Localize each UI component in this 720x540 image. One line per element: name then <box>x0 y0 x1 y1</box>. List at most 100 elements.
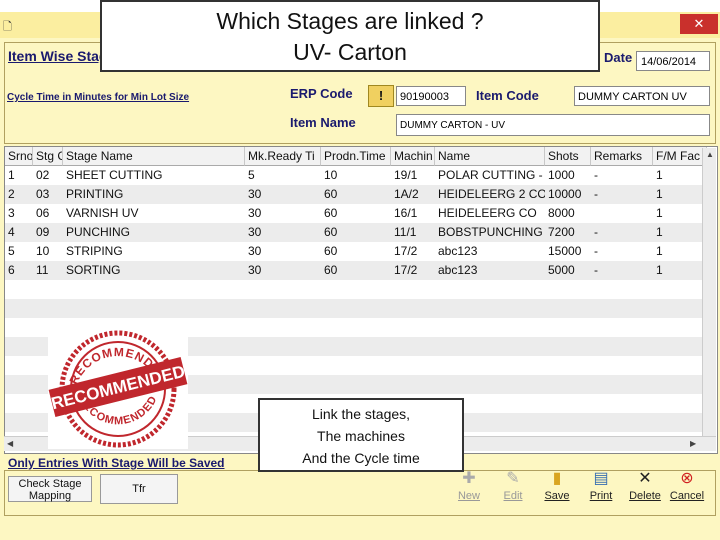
table-cell[interactable]: 60 <box>321 261 391 280</box>
table-cell[interactable]: 6 <box>5 261 33 280</box>
table-cell[interactable]: SHEET CUTTING <box>63 166 245 185</box>
table-row[interactable]: 5 10 STRIPING 30 60 17/2 abc123 15000-1 <box>5 242 705 261</box>
table-cell[interactable]: 30 <box>245 185 321 204</box>
table-cell[interactable]: 19/1 <box>391 166 435 185</box>
table-cell[interactable]: 1 <box>5 166 33 185</box>
table-cell[interactable]: 60 <box>321 185 391 204</box>
table-cell[interactable]: - <box>591 242 653 261</box>
column-header[interactable]: Stage Name <box>63 147 245 166</box>
table-cell[interactable]: 1A/2 <box>391 185 435 204</box>
table-cell[interactable]: 30 <box>245 261 321 280</box>
check-stage-mapping-button[interactable]: Check Stage Mapping <box>8 476 92 502</box>
column-header[interactable]: Remarks <box>591 147 653 166</box>
callout-note-line2: The machines <box>317 428 405 444</box>
table-cell[interactable]: 5 <box>5 242 33 261</box>
table-cell[interactable]: 60 <box>321 242 391 261</box>
table-cell[interactable]: BOBSTPUNCHING <box>435 223 545 242</box>
table-cell[interactable]: 5 <box>245 166 321 185</box>
scroll-right-icon[interactable]: ▶ <box>690 439 696 448</box>
new-button[interactable]: ✚ New <box>450 468 488 510</box>
table-cell[interactable]: 10 <box>321 166 391 185</box>
table-cell[interactable]: 60 <box>321 223 391 242</box>
save-button[interactable]: ▮ Save <box>538 468 576 510</box>
table-cell[interactable]: 17/2 <box>391 242 435 261</box>
close-button[interactable]: ✕ <box>680 14 718 34</box>
table-row[interactable]: 3 06 VARNISH UV 30 60 16/1 HEIDELEERG CO 8000 1 <box>5 204 705 223</box>
table-cell[interactable]: HEIDELEERG 2 CO <box>435 185 545 204</box>
table-cell[interactable]: 15000 <box>545 242 591 261</box>
table-cell[interactable]: 5000 <box>545 261 591 280</box>
table-cell[interactable]: 03 <box>33 185 63 204</box>
table-cell[interactable]: 1 <box>653 223 707 242</box>
empty-row[interactable] <box>5 299 705 318</box>
table-cell[interactable]: 1 <box>653 204 707 223</box>
erp-lookup-button[interactable]: ! <box>368 85 394 107</box>
table-cell[interactable]: 1 <box>653 166 707 185</box>
table-cell[interactable] <box>591 204 653 223</box>
table-cell[interactable]: 1 <box>653 261 707 280</box>
column-header[interactable]: F/M Fac <box>653 147 707 166</box>
recommended-stamp-graphic: RECOMMENDED RECOMMENDED RECOMMENDED <box>48 330 188 448</box>
tfr-button[interactable]: Tfr <box>100 474 178 504</box>
item-code-field[interactable]: DUMMY CARTON UV <box>574 86 710 106</box>
table-cell[interactable]: abc123 <box>435 261 545 280</box>
table-cell[interactable]: - <box>591 185 653 204</box>
cancel-button[interactable]: ⊗ Cancel <box>668 468 706 510</box>
edit-button[interactable]: ✎ Edit <box>494 468 532 510</box>
table-cell[interactable]: 06 <box>33 204 63 223</box>
table-cell[interactable]: 11 <box>33 261 63 280</box>
vertical-scrollbar[interactable]: ▲ ▼ <box>702 148 716 450</box>
table-cell[interactable]: PUNCHING <box>63 223 245 242</box>
table-cell[interactable]: 3 <box>5 204 33 223</box>
table-row[interactable]: 4 09 PUNCHING 30 60 11/1 BOBSTPUNCHING 7200-1 <box>5 223 705 242</box>
table-cell[interactable]: 11/1 <box>391 223 435 242</box>
print-button[interactable]: ▤ Print <box>582 468 620 510</box>
table-cell[interactable]: 16/1 <box>391 204 435 223</box>
scroll-left-icon[interactable]: ◀ <box>7 439 13 448</box>
table-cell[interactable]: - <box>591 166 653 185</box>
column-header[interactable]: Stg C <box>33 147 63 166</box>
cancel-icon: ⊗ <box>680 470 694 487</box>
table-cell[interactable]: 02 <box>33 166 63 185</box>
column-header[interactable]: Mk.Ready Ti <box>245 147 321 166</box>
empty-row[interactable] <box>5 280 705 299</box>
table-row[interactable]: 6 11 SORTING 30 60 17/2 abc123 5000-1 <box>5 261 705 280</box>
table-cell[interactable]: STRIPING <box>63 242 245 261</box>
table-row[interactable]: 2 03 PRINTING 30 60 1A/2 HEIDELEERG 2 CO 10000-… <box>5 185 705 204</box>
callout-note-line3: And the Cycle time <box>302 450 420 466</box>
table-cell[interactable]: 30 <box>245 204 321 223</box>
table-cell[interactable]: 4 <box>5 223 33 242</box>
table-cell[interactable]: 17/2 <box>391 261 435 280</box>
column-header[interactable]: Name <box>435 147 545 166</box>
column-header[interactable]: Machin <box>391 147 435 166</box>
table-cell[interactable]: 7200 <box>545 223 591 242</box>
table-cell[interactable]: POLAR CUTTING - <box>435 166 545 185</box>
table-cell[interactable]: 2 <box>5 185 33 204</box>
table-cell[interactable]: 30 <box>245 223 321 242</box>
table-cell[interactable]: 8000 <box>545 204 591 223</box>
item-name-field[interactable]: DUMMY CARTON - UV <box>396 114 710 136</box>
column-header[interactable]: Prodn.Time <box>321 147 391 166</box>
table-row[interactable]: 1 02 SHEET CUTTING 5 10 19/1 POLAR CUTTING -10… <box>5 166 705 185</box>
table-cell[interactable]: VARNISH UV <box>63 204 245 223</box>
table-cell[interactable]: PRINTING <box>63 185 245 204</box>
table-cell[interactable]: 10000 <box>545 185 591 204</box>
table-cell[interactable]: 1 <box>653 242 707 261</box>
table-cell[interactable]: - <box>591 261 653 280</box>
table-cell[interactable]: 1 <box>653 185 707 204</box>
erp-code-field[interactable]: 90190003 <box>396 86 466 106</box>
date-field[interactable]: 14/06/2014 <box>636 51 710 71</box>
delete-button[interactable]: ✕ Delete <box>626 468 664 510</box>
table-cell[interactable]: abc123 <box>435 242 545 261</box>
column-header[interactable]: Shots <box>545 147 591 166</box>
scroll-up-icon[interactable]: ▲ <box>706 150 714 159</box>
table-cell[interactable]: 09 <box>33 223 63 242</box>
table-cell[interactable]: 60 <box>321 204 391 223</box>
table-cell[interactable]: SORTING <box>63 261 245 280</box>
column-header[interactable]: Srno <box>5 147 33 166</box>
table-cell[interactable]: 30 <box>245 242 321 261</box>
table-cell[interactable]: HEIDELEERG CO <box>435 204 545 223</box>
table-cell[interactable]: 1000 <box>545 166 591 185</box>
table-cell[interactable]: - <box>591 223 653 242</box>
table-cell[interactable]: 10 <box>33 242 63 261</box>
